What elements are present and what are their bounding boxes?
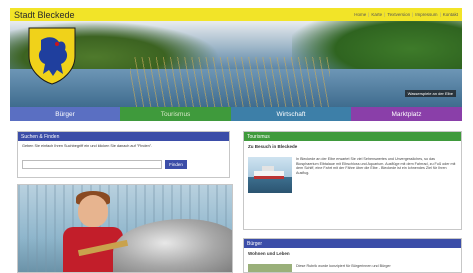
find-button[interactable]: Finden <box>165 160 187 169</box>
nav-item-tourismus[interactable]: Tourismus <box>120 107 231 121</box>
search-panel: Suchen & Finden Geben Sie einfach Ihren … <box>17 131 230 178</box>
nav-item-marktplatz[interactable]: Marktplatz <box>351 107 462 121</box>
main-navigation: Bürger Tourismus Wirtschaft Marktplatz <box>10 107 462 121</box>
search-input[interactable] <box>22 160 162 169</box>
top-link-impressum[interactable]: Impressum <box>415 12 437 17</box>
ship-image[interactable] <box>248 157 292 193</box>
link-separator: | <box>439 12 441 17</box>
link-separator: | <box>384 12 386 17</box>
tourism-panel: Tourismus Zu Besuch in Bleckede In Bleck… <box>243 131 462 230</box>
site-title[interactable]: Stadt Bleckede <box>14 10 75 20</box>
link-separator: | <box>412 12 414 17</box>
top-link-karte[interactable]: Karte <box>371 12 382 17</box>
buerger-panel: Bürger Wohnen und Leben Diese Rubrik wur… <box>243 238 462 273</box>
tourism-heading: Tourismus <box>244 132 461 141</box>
feature-photo <box>17 184 233 273</box>
coat-of-arms-icon <box>28 27 76 85</box>
top-link-kontakt[interactable]: Kontakt <box>443 12 458 17</box>
tourism-text: In Bleckede an der Elbe erwartet Sie vie… <box>296 157 456 175</box>
buerger-image[interactable] <box>248 264 292 272</box>
hero-image: Wasserspiele an der Elbe <box>10 21 462 107</box>
top-links: Home | Karte | Textversion | Impressum |… <box>354 12 458 17</box>
top-link-textversion[interactable]: Textversion <box>387 12 410 17</box>
top-link-home[interactable]: Home <box>354 12 366 17</box>
buerger-subheading[interactable]: Wohnen und Leben <box>244 248 461 258</box>
search-description: Geben Sie einfach Ihren Suchbegriff ein … <box>22 144 153 148</box>
tourism-subheading[interactable]: Zu Besuch in Bleckede <box>244 141 461 151</box>
buerger-heading: Bürger <box>244 239 461 248</box>
nav-item-buerger[interactable]: Bürger <box>10 107 120 121</box>
nav-item-wirtschaft[interactable]: Wirtschaft <box>231 107 351 121</box>
search-heading: Suchen & Finden <box>18 132 229 141</box>
link-separator: | <box>368 12 370 17</box>
buerger-text: Diese Rubrik wurde konzipiert für Bürger… <box>296 264 391 268</box>
hero-caption: Wasserspiele an der Elbe <box>404 90 456 97</box>
header-bar: Stadt Bleckede Home | Karte | Textversio… <box>10 8 462 21</box>
